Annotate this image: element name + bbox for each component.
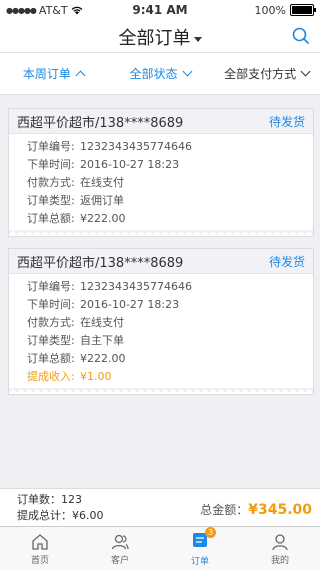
order-status: 待发货: [268, 254, 305, 269]
total-amount: ¥345.00: [248, 502, 312, 518]
zigzag-edge: [9, 388, 313, 394]
order-type-row: 订单类型: 返佣订单: [27, 192, 313, 210]
status-left: ●●●●● AT&T: [0, 4, 83, 17]
summary-counts: 订单数：123 提成总计：¥6.00: [17, 492, 104, 524]
order-card-header: 西超平价超市/138****8689 待发货: [9, 249, 313, 274]
nav-bar: 全部订单: [0, 20, 320, 53]
tab-profile[interactable]: 我的: [240, 527, 320, 570]
order-card-header: 西超平价超市/138****8689 待发货: [9, 109, 313, 134]
filter-bar: 本周订单 全部状态 全部支付方式: [0, 53, 320, 95]
chevron-down-icon: [300, 66, 311, 77]
payment-method-row: 付款方式: 在线支付: [27, 174, 313, 192]
order-number-row: 订单编号: 1232343435774646: [27, 138, 313, 156]
order-time-row: 下单时间: 2016-10-27 18:23: [27, 296, 313, 314]
summary-bar: 订单数：123 提成总计：¥6.00 总金额：¥345.00: [0, 488, 320, 527]
title-dropdown[interactable]: 全部订单: [0, 24, 320, 50]
battery-percent: 100%: [254, 3, 286, 17]
chevron-up-icon: [75, 70, 86, 81]
order-details: 订单编号: 1232343435774646 下单时间: 2016-10-27 18…: [9, 134, 313, 230]
tab-label: 我的: [270, 555, 289, 566]
field-value: 返佣订单: [80, 194, 124, 207]
page-title: 全部订单: [118, 28, 191, 49]
field-value: ¥222.00: [80, 212, 126, 225]
battery-icon: [290, 4, 316, 16]
tab-label: 首页: [30, 555, 49, 566]
field-label: 付款方式:: [27, 176, 75, 189]
commission-total: 提成总计：¥6.00: [17, 509, 104, 522]
zigzag-edge: [9, 230, 313, 236]
field-value: 1232343435774646: [80, 140, 192, 153]
chevron-down-icon: [182, 66, 192, 77]
signal-icon: ●●●●●: [6, 5, 37, 15]
field-value: 自主下单: [80, 334, 124, 347]
field-value: ¥1.00: [80, 370, 112, 383]
tab-customers[interactable]: 客户: [80, 527, 160, 570]
filter-status[interactable]: 全部状态: [107, 53, 214, 94]
shop-name: 西超平价超市/138****8689: [17, 115, 184, 131]
field-label: 订单类型:: [27, 194, 75, 207]
order-type-row: 订单类型: 自主下单: [27, 332, 313, 350]
order-total-row: 订单总额: ¥222.00: [27, 350, 313, 368]
status-right: 100%: [255, 4, 320, 17]
order-time-row: 下单时间: 2016-10-27 18:23: [27, 156, 313, 174]
filter-label: 本周订单: [22, 67, 71, 81]
order-details: 订单编号: 1232343435774646 下单时间: 2016-10-27 18…: [9, 274, 313, 388]
field-value: 2016-10-27 18:23: [80, 298, 180, 311]
order-total-row: 订单总额: ¥222.00: [27, 210, 313, 228]
profile-icon: [272, 533, 288, 550]
filter-payment[interactable]: 全部支付方式: [213, 53, 320, 94]
field-label: 订单编号:: [27, 140, 75, 153]
field-label: 订单总额:: [27, 352, 75, 365]
field-label: 订单类型:: [27, 334, 75, 347]
field-value: 在线支付: [80, 176, 124, 189]
order-count: 订单数：123: [17, 493, 82, 506]
field-label: 下单时间:: [27, 298, 75, 311]
home-icon: [32, 533, 48, 550]
carrier: AT&T: [38, 3, 68, 17]
tab-orders[interactable]: 3 订单: [160, 527, 240, 570]
total-label: 总金额：: [200, 503, 249, 517]
order-number-row: 订单编号: 1232343435774646: [27, 278, 313, 296]
field-value: 在线支付: [80, 316, 124, 329]
field-label: 订单总额:: [27, 212, 75, 225]
field-label: 付款方式:: [27, 316, 75, 329]
filter-week[interactable]: 本周订单: [0, 53, 107, 94]
field-value: ¥222.00: [80, 352, 126, 365]
field-label: 提成收入:: [27, 370, 75, 383]
field-value: 1232343435774646: [80, 280, 192, 293]
tab-bar: 首页 客户 3 订单 我的: [0, 526, 320, 570]
field-label: 订单编号:: [27, 280, 75, 293]
order-card[interactable]: 西超平价超市/138****8689 待发货 订单编号: 123234343577…: [8, 248, 314, 395]
wifi-icon: [71, 6, 83, 14]
order-card[interactable]: 西超平价超市/138****8689 待发货 订单编号: 123234343577…: [8, 108, 314, 237]
summary-total: 总金额：¥345.00: [200, 501, 312, 518]
filter-label: 全部状态: [129, 67, 178, 81]
tab-label: 客户: [110, 555, 129, 566]
search-icon[interactable]: [292, 27, 310, 45]
tab-home[interactable]: 首页: [0, 527, 80, 570]
tab-label: 订单: [190, 557, 209, 567]
orders-badge: 3: [205, 527, 216, 538]
caret-down-icon: [193, 36, 202, 42]
order-status: 待发货: [268, 114, 305, 129]
filter-label: 全部支付方式: [224, 67, 297, 81]
payment-method-row: 付款方式: 在线支付: [27, 314, 313, 332]
customers-icon: [111, 534, 129, 549]
field-value: 2016-10-27 18:23: [80, 158, 180, 171]
field-label: 下单时间:: [27, 158, 75, 171]
status-bar: ●●●●● AT&T 9:41 AM 100%: [0, 0, 320, 20]
commission-row: 提成收入: ¥1.00: [27, 368, 313, 386]
orders-icon-wrap: 3: [190, 527, 216, 553]
shop-name: 西超平价超市/138****8689: [17, 255, 184, 271]
